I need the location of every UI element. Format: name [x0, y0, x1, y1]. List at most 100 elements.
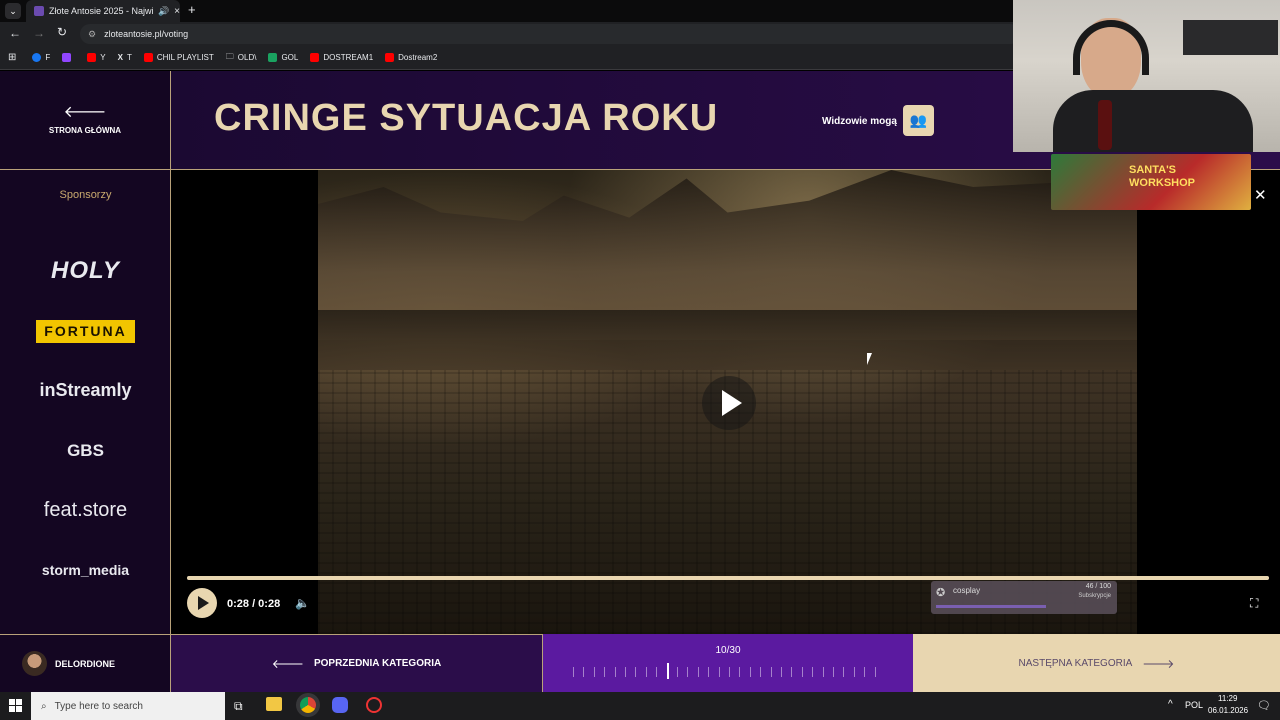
notification-icon[interactable]: 🗨 — [1257, 699, 1271, 712]
bookmark-item[interactable]: XT — [118, 53, 132, 62]
clock-time[interactable]: 11:29 — [1218, 694, 1237, 703]
new-tab-button[interactable]: + — [188, 2, 196, 17]
volume-icon[interactable]: 🔈 — [295, 596, 310, 610]
category-tick — [656, 667, 658, 677]
bookmark-item[interactable]: F — [32, 53, 50, 62]
audio-icon[interactable]: 🔊 — [158, 6, 169, 17]
category-tick — [573, 667, 574, 677]
cosplay-icon: ✪ — [936, 587, 946, 599]
progress-track[interactable] — [187, 576, 1269, 580]
video-crowd — [318, 310, 1137, 370]
webcam-person-body — [1053, 90, 1253, 152]
site-favicon — [34, 6, 44, 16]
start-button[interactable] — [9, 699, 22, 712]
category-ticks — [573, 663, 885, 679]
category-tick — [666, 663, 669, 679]
chrome-icon[interactable] — [300, 697, 316, 713]
gol-icon — [268, 53, 278, 62]
bookmark-item[interactable]: DOSTREAM1 — [310, 53, 373, 62]
file-explorer-icon[interactable] — [266, 697, 282, 711]
category-tick — [760, 667, 762, 677]
youtube-icon — [310, 53, 320, 62]
bookmark-item[interactable]: 🗀 OLD\ — [226, 51, 257, 65]
category-tick — [677, 667, 678, 677]
category-tick — [645, 667, 647, 677]
youtube-icon — [87, 53, 97, 62]
category-tick — [583, 667, 585, 677]
language-indicator[interactable]: POL — [1185, 700, 1203, 710]
tab-menu-button[interactable]: ⌄ — [5, 3, 21, 19]
widget-label: cosplay — [953, 586, 981, 595]
category-tick — [739, 667, 741, 677]
play-overlay-button[interactable] — [702, 376, 756, 430]
taskbar-search[interactable]: ⌕ Type here to search — [31, 692, 225, 720]
sponsor-logo-gbs[interactable]: GBS — [0, 441, 171, 461]
apps-icon[interactable]: ⊞ — [8, 52, 16, 63]
folder-icon: 🗀 — [225, 51, 234, 61]
sponsor-logo-featstore[interactable]: feat.store — [0, 499, 171, 522]
category-tick — [812, 667, 814, 677]
bookmark-item[interactable]: Y — [87, 53, 106, 62]
bookmark-item[interactable]: CHIL PLAYLIST — [143, 53, 214, 62]
arrow-left-icon: 🡐 — [271, 657, 304, 671]
browser-tab[interactable]: Złote Antosie 2025 - Najwię 🔊 × — [26, 0, 180, 22]
sponsor-logo-stormmedia[interactable]: storm_media — [0, 562, 171, 578]
back-icon[interactable]: ← — [9, 26, 21, 40]
viewers-vote-button[interactable]: 👥 — [903, 105, 934, 136]
task-view-icon[interactable]: ⧉ — [234, 699, 243, 714]
prev-category-button[interactable]: 🡐 POPRZEDNIA KATEGORIA — [171, 634, 542, 692]
tray-chevron-icon[interactable]: ^ — [1168, 699, 1173, 710]
category-tick — [822, 667, 824, 677]
prev-label: POPRZEDNIA KATEGORIA — [313, 658, 442, 669]
category-tick — [718, 667, 720, 677]
category-tick — [604, 667, 606, 677]
home-link[interactable]: 🡐 STRONA GŁÓWNA — [0, 71, 170, 170]
reload-icon[interactable]: ↻ — [57, 25, 67, 39]
youtube-icon — [143, 53, 153, 62]
user-name: DELORDIONE — [55, 658, 116, 669]
search-icon: ⌕ — [41, 700, 47, 712]
sponsor-logo-instreamly[interactable]: inStreamly — [0, 380, 171, 401]
category-tick — [864, 667, 866, 677]
site-info-icon[interactable]: ⚙ — [88, 29, 96, 40]
bookmark-item[interactable] — [62, 53, 75, 62]
close-icon[interactable]: ✕ — [1254, 186, 1267, 204]
tab-title: Złote Antosie 2025 - Najwię — [49, 6, 153, 16]
home-label: STRONA GŁÓWNA — [48, 126, 122, 135]
widget-bar — [936, 605, 1046, 608]
forward-icon[interactable]: → — [33, 26, 45, 40]
widget-sub: Subskrypcje — [1078, 593, 1111, 599]
group-icon: 👥 — [909, 112, 928, 128]
facebook-icon — [32, 53, 42, 62]
discord-icon[interactable] — [332, 697, 348, 713]
category-tick — [687, 667, 689, 677]
category-tick — [874, 667, 876, 677]
next-category-button[interactable]: NASTĘPNA KATEGORIA 🡒 — [913, 634, 1280, 692]
sponsor-logo-fortuna[interactable]: FORTUNA — [36, 320, 135, 343]
category-tick — [729, 667, 730, 677]
user-area[interactable]: DELORDIONE — [0, 634, 170, 692]
video-player[interactable] — [318, 170, 1137, 634]
arrow-left-icon: 🡐 — [63, 104, 107, 121]
category-tick — [625, 667, 626, 677]
bookmark-item[interactable]: GOL — [268, 53, 298, 62]
clock-date[interactable]: 06.01.2026 — [1208, 706, 1248, 715]
bookmark-item[interactable]: Dostream2 — [385, 53, 437, 62]
category-tick — [801, 667, 803, 677]
url-field[interactable]: ⚙ zloteantosie.pl/voting — [80, 24, 1020, 44]
sponsor-logo-holy[interactable]: HOLY — [0, 257, 171, 285]
subscription-goal-widget: ✪ cosplay 46 / 100 Subskrypcje — [931, 581, 1117, 614]
category-tick — [635, 667, 637, 677]
webcam-shelf — [1183, 20, 1278, 55]
fullscreen-icon[interactable]: ⛶ — [1250, 596, 1258, 611]
category-tick — [833, 667, 834, 677]
control-play-button[interactable] — [187, 588, 217, 618]
webcam-headphones — [1073, 20, 1149, 75]
category-progress: 10/30 — [542, 634, 913, 692]
category-tick — [843, 667, 845, 677]
category-tick — [593, 667, 595, 677]
x-icon: X — [117, 53, 123, 62]
close-tab-icon[interactable]: × — [174, 6, 180, 17]
category-tick — [697, 667, 699, 677]
app-icon[interactable] — [366, 697, 382, 713]
